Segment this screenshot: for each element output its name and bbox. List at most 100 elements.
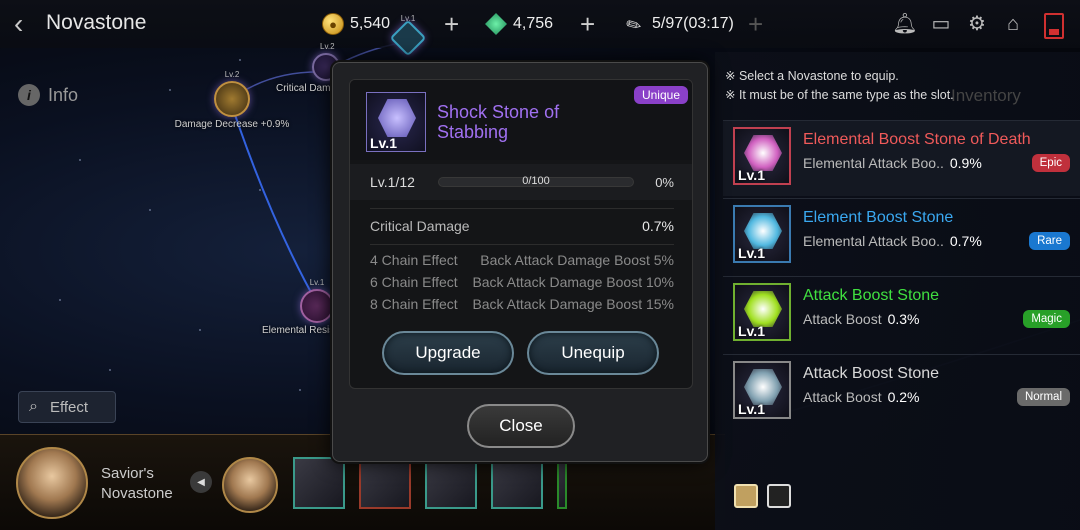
item-stat: Elemental Attack Boo.. 0.9% bbox=[803, 155, 982, 171]
info-label: Info bbox=[48, 84, 79, 105]
xp-percent: 0% bbox=[655, 174, 674, 190]
rarity-badge: Rare bbox=[1029, 232, 1070, 250]
stone-hex bbox=[744, 291, 782, 327]
grid-view-icon[interactable] bbox=[767, 484, 791, 508]
inventory-label: Inventory bbox=[951, 86, 1021, 105]
item-level: Lv.1 bbox=[738, 245, 765, 261]
unequip-button[interactable]: Unequip bbox=[527, 331, 659, 375]
add-gem-button[interactable]: + bbox=[580, 9, 595, 40]
chain-value: Back Attack Damage Boost 15% bbox=[472, 296, 674, 312]
inventory-panel: ※ Select a Novastone to equip. ※ It must… bbox=[715, 52, 1080, 530]
stone-icon: Lv.1 bbox=[733, 127, 791, 185]
chain-value: Back Attack Damage Boost 10% bbox=[472, 274, 674, 290]
item-name: Attack Boost Stone bbox=[803, 365, 940, 382]
character-slot[interactable] bbox=[491, 457, 543, 509]
equip-hint: ※ Select a Novastone to equip. bbox=[725, 69, 899, 83]
xp-bar: 0/100 bbox=[438, 175, 634, 187]
stone-header: Lv.1 Shock Stone of Stabbing Unique bbox=[350, 80, 692, 160]
back-arrow-icon[interactable]: ‹ bbox=[14, 10, 38, 38]
character-slot[interactable] bbox=[293, 457, 345, 509]
item-stat-value: 0.9% bbox=[949, 155, 982, 171]
node-icon bbox=[300, 289, 334, 323]
chain-value: Back Attack Damage Boost 5% bbox=[480, 252, 674, 268]
item-stat-value: 0.7% bbox=[949, 233, 982, 249]
map-node[interactable]: Lv.2 Damage Decrease +0.9% bbox=[172, 70, 292, 130]
chain-label: 4 Chain Effect bbox=[370, 252, 458, 268]
stat-value: 0.7% bbox=[642, 218, 674, 234]
gold-amount: 5,540 bbox=[350, 15, 391, 32]
savior-label-line2: Novastone bbox=[101, 485, 173, 502]
stone-icon: Lv.1 bbox=[733, 205, 791, 263]
slot-type-hint: ※ It must be of the same type as the slo… bbox=[725, 88, 954, 102]
chain-effect-row: 4 Chain Effect Back Attack Damage Boost … bbox=[370, 252, 674, 268]
inventory-item[interactable]: Lv.1 Element Boost Stone Elemental Attac… bbox=[723, 198, 1080, 274]
stone-level-badge: Lv.1 bbox=[370, 135, 397, 151]
chain-effect-row: 6 Chain Effect Back Attack Damage Boost … bbox=[370, 274, 674, 290]
character-portrait[interactable] bbox=[222, 457, 278, 513]
divider bbox=[370, 244, 674, 245]
page-title: Novastone bbox=[46, 11, 147, 34]
savior-label: Savior's Novastone bbox=[101, 464, 173, 504]
stone-hex bbox=[744, 213, 782, 249]
item-stat: Attack Boost 0.3% bbox=[803, 311, 920, 327]
gem-amount: 4,756 bbox=[513, 15, 554, 32]
bell-icon[interactable]: 🔔︎ bbox=[892, 12, 918, 36]
stone-name: Shock Stone of Stabbing bbox=[437, 102, 560, 142]
shock-stone-icon: Lv.1 bbox=[366, 92, 426, 152]
add-stamina-button[interactable]: + bbox=[748, 9, 763, 40]
item-stat-name: Attack Boost bbox=[803, 311, 882, 327]
character-slot[interactable] bbox=[425, 457, 477, 509]
item-level: Lv.1 bbox=[738, 401, 765, 417]
chain-label: 6 Chain Effect bbox=[370, 274, 458, 290]
close-button[interactable]: Close bbox=[467, 404, 575, 448]
gold-counter: ● 5,540 bbox=[322, 13, 390, 35]
stone-icon: Lv.1 bbox=[733, 361, 791, 419]
node-icon bbox=[214, 81, 250, 117]
stat-name: Critical Damage bbox=[370, 218, 470, 234]
chat-icon[interactable]: ▭ bbox=[928, 12, 954, 36]
item-stat-value: 0.3% bbox=[887, 311, 920, 327]
node-icon bbox=[389, 19, 427, 57]
item-stat: Elemental Attack Boo.. 0.7% bbox=[803, 233, 982, 249]
home-icon[interactable]: ⌂ bbox=[1000, 12, 1026, 36]
item-stat-name: Elemental Attack Boo.. bbox=[803, 233, 944, 249]
search-icon: ⌕ bbox=[29, 398, 38, 415]
node-level: Lv.2 bbox=[224, 70, 240, 79]
character-slot[interactable] bbox=[557, 457, 567, 509]
battery-icon bbox=[1044, 13, 1064, 39]
node-label: Damage Decrease +0.9% bbox=[174, 119, 290, 130]
divider bbox=[370, 208, 674, 209]
stamina-icon: ✎ bbox=[622, 12, 646, 38]
chain-label: 8 Chain Effect bbox=[370, 296, 458, 312]
gear-icon[interactable]: ⚙ bbox=[964, 12, 990, 36]
stamina-amount: 5/97(03:17) bbox=[652, 15, 734, 32]
stone-hex bbox=[744, 369, 782, 405]
add-gold-button[interactable]: + bbox=[444, 9, 459, 40]
character-slot[interactable] bbox=[359, 457, 411, 509]
savior-portrait[interactable] bbox=[16, 447, 88, 519]
chain-effect-row: 8 Chain Effect Back Attack Damage Boost … bbox=[370, 296, 674, 312]
stone-icon: Lv.1 bbox=[733, 283, 791, 341]
info-button[interactable]: i Info bbox=[18, 84, 78, 106]
info-icon: i bbox=[18, 84, 40, 106]
list-view-icon[interactable] bbox=[734, 484, 758, 508]
inventory-item[interactable]: Lv.1 Attack Boost Stone Attack Boost 0.2%… bbox=[723, 354, 1080, 430]
effect-label: Effect bbox=[49, 398, 89, 416]
item-stat-name: Elemental Attack Boo.. bbox=[803, 155, 944, 171]
stone-level: Lv.1/12 bbox=[370, 174, 415, 190]
item-stat-value: 0.2% bbox=[887, 389, 920, 405]
rarity-badge: Unique bbox=[633, 86, 688, 104]
stone-hex bbox=[378, 99, 416, 137]
gold-coin-icon: ● bbox=[322, 13, 344, 35]
upgrade-button[interactable]: Upgrade bbox=[382, 331, 514, 375]
inventory-item[interactable]: Lv.1 Attack Boost Stone Attack Boost 0.3%… bbox=[723, 276, 1080, 352]
item-stat-name: Attack Boost bbox=[803, 389, 882, 405]
level-row: Lv.1/12 0/100 0% bbox=[350, 164, 692, 200]
item-level: Lv.1 bbox=[738, 167, 765, 183]
item-stat: Attack Boost 0.2% bbox=[803, 389, 920, 405]
inventory-item[interactable]: Lv.1 Elemental Boost Stone of Death Elem… bbox=[723, 120, 1080, 196]
map-node[interactable]: Lv.1 bbox=[388, 14, 428, 57]
scroll-left-button[interactable]: ◀ bbox=[190, 471, 212, 493]
item-name: Elemental Boost Stone of Death bbox=[803, 131, 1031, 148]
effect-button[interactable]: ⌕ Effect bbox=[18, 391, 116, 423]
